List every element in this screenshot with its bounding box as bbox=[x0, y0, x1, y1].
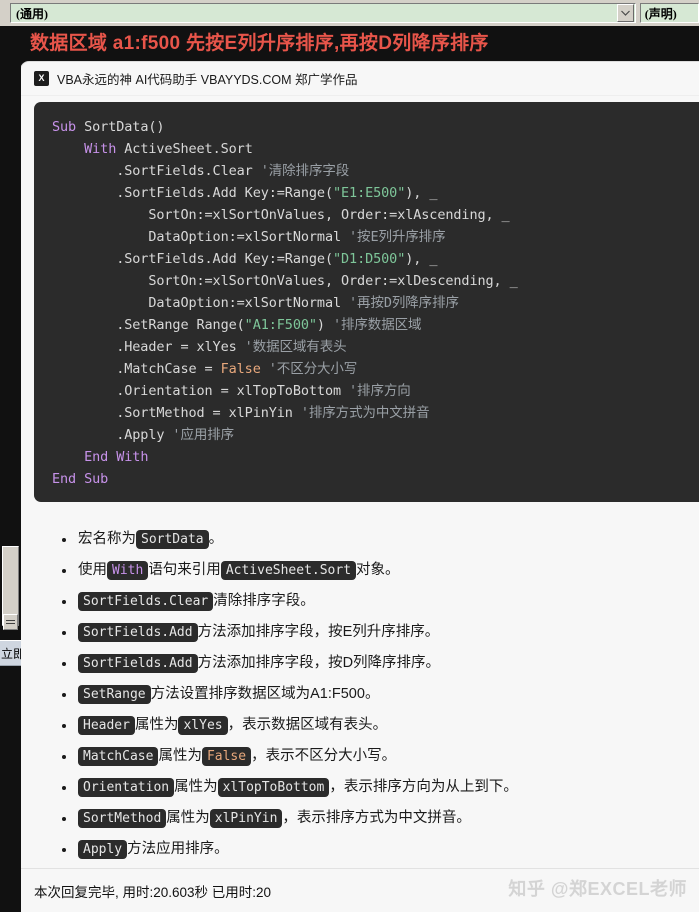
immediate-window-rail: 立即 bbox=[0, 26, 21, 912]
list-item: SortFields.Clear 清除排序字段。 bbox=[58, 586, 699, 617]
object-combobox[interactable]: (通用) bbox=[10, 3, 636, 23]
list-item-text: 方法添加排序字段，按E列升序排序。 bbox=[197, 624, 440, 640]
list-item: 使用 With 语句来引用 ActiveSheet.Sort 对象。 bbox=[58, 555, 699, 586]
list-item: SortFields.Add 方法添加排序字段，按D列降序排序。 bbox=[58, 648, 699, 679]
brand-text: VBA永远的神 AI代码助手 VBAYYDS.COM 郑广学作品 bbox=[57, 73, 358, 87]
list-item: MatchCase 属性为 False ，表示不区分大小写。 bbox=[58, 741, 699, 772]
explanation-list: 宏名称为 SortData。使用 With 语句来引用 ActiveSheet.Sort… bbox=[34, 524, 699, 865]
list-item-text: 属性为 bbox=[166, 810, 210, 826]
resize-grip-icon[interactable] bbox=[3, 614, 18, 630]
inline-code: With bbox=[107, 561, 149, 580]
xlsx-file-icon-glyph: X bbox=[38, 73, 45, 83]
inline-code: MatchCase bbox=[78, 747, 159, 766]
answer-card: X VBA永远的神 AI代码助手 VBAYYDS.COM 郑广学作品 Sub S… bbox=[21, 62, 699, 912]
list-item: Header 属性为 xlYes ，表示数据区域有表头。 bbox=[58, 710, 699, 741]
list-item-text: 清除排序字段。 bbox=[213, 593, 315, 609]
status-text: 本次回复完毕, 用时:20.603秒 已用时:20 bbox=[34, 884, 272, 900]
watermark: 知乎 @郑EXCEL老师 bbox=[508, 879, 687, 899]
list-item-text: ，表示不区分大小写。 bbox=[251, 748, 397, 764]
inline-code: xlTopToBottom bbox=[217, 778, 330, 797]
prompt-heading: 数据区域 a1:f500 先按E列升序排序,再按D列降序排序 bbox=[30, 33, 489, 54]
inline-code: SortFields.Add bbox=[78, 654, 198, 673]
inline-code: SortMethod bbox=[78, 809, 167, 828]
list-item-text: 属性为 bbox=[134, 717, 179, 733]
inline-code: ActiveSheet.Sort bbox=[220, 561, 357, 580]
inline-code: xlYes bbox=[178, 716, 228, 735]
procedure-combobox-value: (声明) bbox=[644, 6, 677, 21]
vbe-toolbar: (通用) (声明) bbox=[0, 0, 699, 26]
inline-code: SortFields.Add bbox=[78, 623, 198, 642]
list-item-text: 宏名称为 bbox=[78, 531, 136, 547]
list-item-text: 语句来引用 bbox=[148, 562, 221, 578]
brand-row: X VBA永远的神 AI代码助手 VBAYYDS.COM 郑广学作品 bbox=[21, 62, 699, 96]
immediate-window-label: 立即 bbox=[0, 640, 21, 666]
list-item: Orientation 属性为 xlTopToBottom ，表示排序方向为从上到下。 bbox=[58, 772, 699, 803]
list-item: 宏名称为 SortData。 bbox=[58, 524, 699, 555]
inline-code: Header bbox=[78, 716, 135, 735]
list-item-text: ，表示排序方向为从上到下。 bbox=[329, 779, 518, 795]
inline-code: False bbox=[201, 747, 252, 766]
inline-code: Apply bbox=[78, 840, 128, 859]
list-item-text: ，表示数据区域有表头。 bbox=[227, 717, 388, 733]
inline-code: Orientation bbox=[78, 778, 175, 797]
list-item-text: 方法添加排序字段，按D列降序排序。 bbox=[197, 655, 441, 671]
list-item-text: 属性为 bbox=[158, 748, 202, 764]
inline-code: SortData bbox=[136, 530, 209, 549]
code-block[interactable]: Sub SortData() With ActiveSheet.Sort .So… bbox=[34, 102, 699, 502]
list-item-text: 方法应用排序。 bbox=[127, 841, 229, 857]
list-item-text: 。 bbox=[208, 531, 224, 547]
procedure-combobox[interactable]: (声明) bbox=[639, 3, 699, 23]
list-item: SetRange 方法设置排序数据区域为A1:F500。 bbox=[58, 679, 699, 710]
list-item-text: ，表示排序方式为中文拼音。 bbox=[282, 810, 471, 826]
object-combobox-value: (通用) bbox=[16, 6, 48, 21]
inline-code: SetRange bbox=[78, 685, 151, 704]
list-item-text: 属性为 bbox=[174, 779, 218, 795]
inline-code: xlPinYin bbox=[209, 809, 283, 828]
list-item-text: 方法设置排序数据区域为A1:F500。 bbox=[150, 686, 380, 702]
xlsx-file-icon: X bbox=[34, 71, 49, 86]
list-item: SortMethod 属性为 xlPinYin ，表示排序方式为中文拼音。 bbox=[58, 803, 699, 834]
list-item: Apply 方法应用排序。 bbox=[58, 834, 699, 865]
code-content: Sub SortData() With ActiveSheet.Sort .So… bbox=[52, 119, 518, 487]
list-item: SortFields.Add 方法添加排序字段，按E列升序排序。 bbox=[58, 617, 699, 648]
chevron-down-icon[interactable] bbox=[616, 4, 634, 22]
inline-code: SortFields.Clear bbox=[78, 592, 214, 611]
list-item-text: 对象。 bbox=[356, 562, 400, 578]
list-item-text: 使用 bbox=[78, 562, 107, 578]
